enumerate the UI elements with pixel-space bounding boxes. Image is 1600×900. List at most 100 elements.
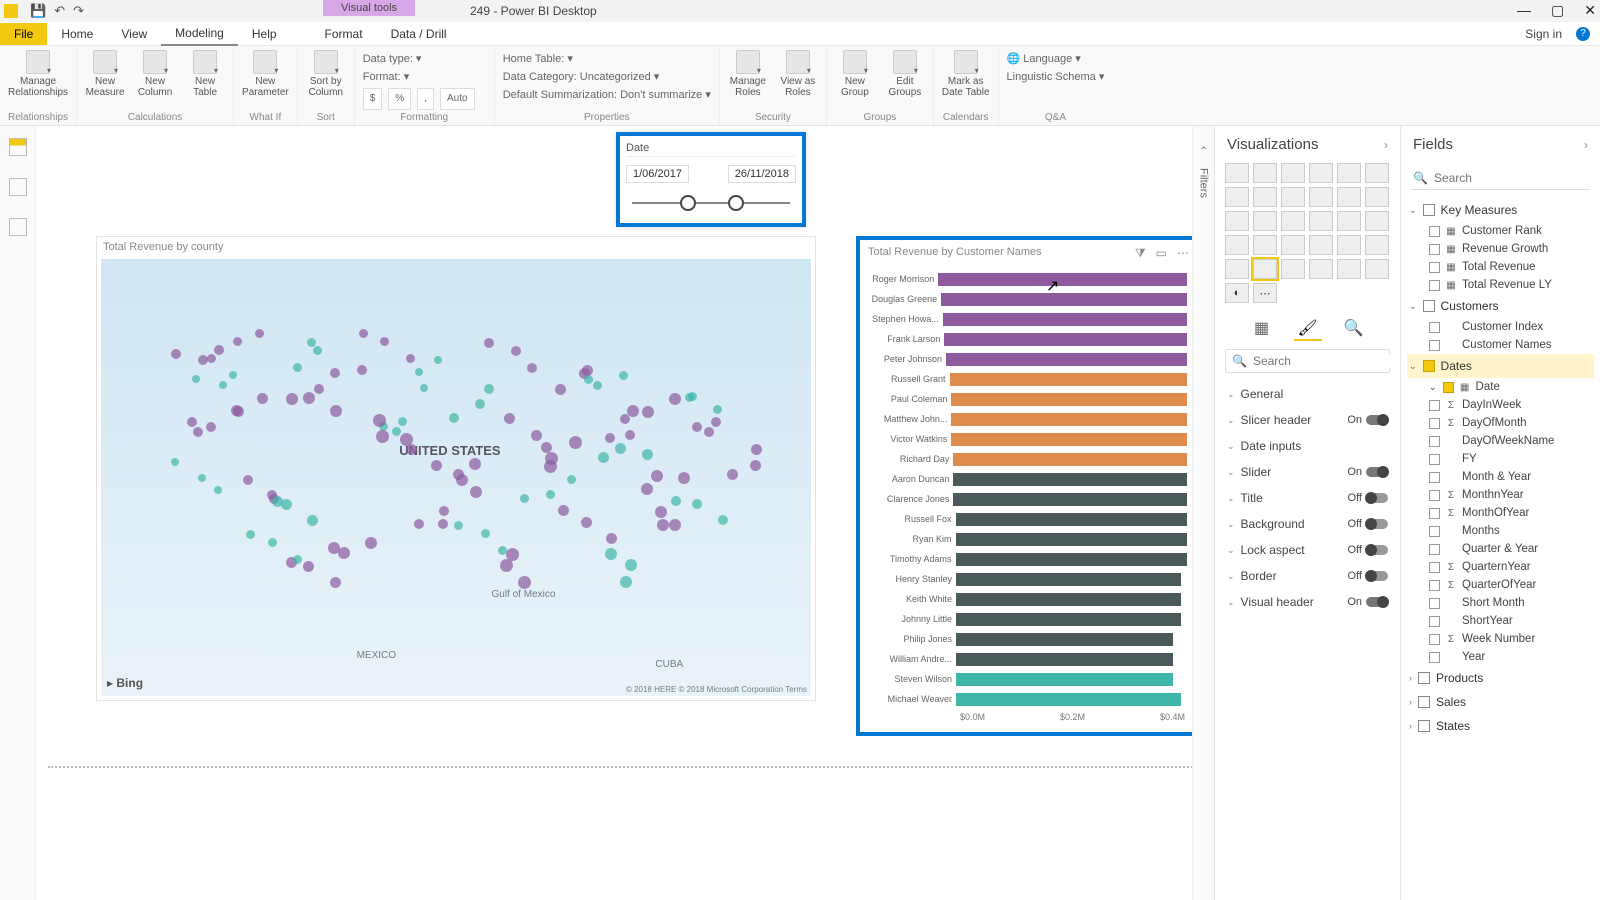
toggle-switch[interactable]: Off	[1348, 518, 1388, 530]
chevron-right-icon[interactable]: ›	[1584, 138, 1588, 152]
map-bubble[interactable]	[555, 384, 566, 395]
report-view-icon[interactable]	[9, 138, 27, 156]
percent-button[interactable]: %	[388, 88, 411, 110]
map-bubble[interactable]	[330, 577, 341, 588]
bar-row[interactable]: Stephen Howa...	[866, 310, 1187, 328]
map-bubble[interactable]	[207, 354, 216, 363]
viz-type-button[interactable]	[1253, 163, 1277, 183]
map-bubble[interactable]	[544, 460, 557, 473]
map-bubble[interactable]	[704, 427, 714, 437]
linguistic-schema-dropdown[interactable]: Linguistic Schema	[1007, 71, 1096, 83]
viz-type-button[interactable]	[1309, 235, 1333, 255]
field-item[interactable]: ΣQuarterOfYear	[1407, 576, 1594, 594]
map-bubble[interactable]	[567, 475, 576, 484]
field-item[interactable]: Customer Names	[1407, 336, 1594, 354]
map-bubble[interactable]	[475, 399, 485, 409]
map-bubble[interactable]	[454, 521, 463, 530]
viz-type-button[interactable]	[1309, 211, 1333, 231]
map-bubble[interactable]	[359, 329, 368, 338]
bar-row[interactable]: Matthew John...	[866, 410, 1187, 428]
map-bubble[interactable]	[380, 337, 389, 346]
map-bubble[interactable]	[272, 496, 283, 507]
bar-row[interactable]: Russell Grant	[866, 370, 1187, 388]
bar-row[interactable]: Johnny Little	[866, 610, 1187, 628]
map-bubble[interactable]	[431, 460, 442, 471]
map-bubble[interactable]	[678, 472, 690, 484]
map-bubble[interactable]	[171, 458, 179, 466]
analytics-tab-icon[interactable]: 🔍	[1340, 317, 1368, 341]
view-as-roles-button[interactable]: View as Roles	[778, 50, 818, 98]
map-bubble[interactable]	[593, 381, 602, 390]
slider-handle-left[interactable]	[680, 195, 696, 211]
map-bubble[interactable]	[307, 338, 316, 347]
map-bubble[interactable]	[214, 486, 222, 494]
map-bubble[interactable]	[581, 517, 592, 528]
slicer-slider[interactable]	[626, 193, 796, 213]
mark-as-date-table-button[interactable]: Mark as Date Table	[942, 50, 990, 98]
toggle-switch[interactable]: Off	[1348, 492, 1388, 504]
map-bubble[interactable]	[313, 346, 322, 355]
map-visual[interactable]: Total Revenue by county UNITED STATES Gu…	[96, 236, 816, 701]
bar-row[interactable]: Philip Jones	[866, 630, 1187, 648]
map-bubble[interactable]	[420, 384, 428, 392]
map-bubble[interactable]	[718, 515, 728, 525]
map-bubble[interactable]	[414, 519, 424, 529]
viz-type-button[interactable]	[1309, 259, 1333, 279]
toggle-switch[interactable]: On	[1347, 466, 1388, 478]
map-bubble[interactable]	[365, 537, 377, 549]
bar-row[interactable]: Michael Weaver	[866, 690, 1187, 708]
map-bubble[interactable]	[314, 384, 324, 394]
bar-row[interactable]: Henry Stanley	[866, 570, 1187, 588]
map-bubble[interactable]	[293, 363, 302, 372]
bar-row[interactable]: Roger Morrison	[866, 270, 1187, 288]
map-bubble[interactable]	[198, 355, 208, 365]
viz-type-button[interactable]: ⋯	[1253, 283, 1277, 303]
map-bubble[interactable]	[376, 430, 389, 443]
map-bubble[interactable]	[657, 519, 669, 531]
filters-collapsed-rail[interactable]: ‹ Filters	[1192, 126, 1214, 900]
slider-handle-right[interactable]	[728, 195, 744, 211]
field-item[interactable]: ΣWeek Number	[1407, 630, 1594, 648]
close-icon[interactable]: ✕	[1584, 2, 1596, 19]
map-bubble[interactable]	[392, 427, 401, 436]
tab-format[interactable]: Format	[311, 23, 377, 45]
new-measure-button[interactable]: New Measure	[85, 50, 125, 98]
map-bubble[interactable]	[187, 417, 197, 427]
redo-icon[interactable]: ↷	[73, 3, 84, 19]
map-bubble[interactable]	[751, 444, 762, 455]
tab-data-drill[interactable]: Data / Drill	[377, 23, 461, 45]
field-item[interactable]: ⌄▦Date	[1407, 378, 1594, 396]
language-dropdown[interactable]: Language	[1023, 53, 1072, 65]
map-bubble[interactable]	[642, 406, 654, 418]
viz-type-button[interactable]	[1337, 259, 1361, 279]
viz-type-button[interactable]	[1365, 235, 1389, 255]
bar-row[interactable]: Clarence Jones	[866, 490, 1187, 508]
map-bubble[interactable]	[330, 368, 340, 378]
map-bubble[interactable]	[246, 530, 255, 539]
viz-type-button[interactable]	[1365, 259, 1389, 279]
viz-type-button[interactable]	[1309, 187, 1333, 207]
viz-type-button[interactable]	[1225, 187, 1249, 207]
map-bubble[interactable]	[406, 444, 417, 455]
bar-chart-visual[interactable]: Total Revenue by Customer Names ⧩ ▭ ⋯ Ro…	[856, 236, 1201, 736]
bar-row[interactable]: Frank Larson	[866, 330, 1187, 348]
viz-type-button[interactable]: ◐	[1225, 283, 1249, 303]
map-bubble[interactable]	[434, 356, 442, 364]
map-bubble[interactable]	[330, 405, 342, 417]
map-bubble[interactable]	[641, 483, 653, 495]
map-bubble[interactable]	[713, 405, 722, 414]
sign-in-link[interactable]: Sign in	[1515, 23, 1572, 45]
file-menu[interactable]: File	[0, 23, 47, 45]
format-section[interactable]: ⌄Slicer headerOn	[1219, 407, 1396, 433]
bar-row[interactable]: Paul Coleman	[866, 390, 1187, 408]
map-bubble[interactable]	[531, 430, 542, 441]
field-item[interactable]: ▦Total Revenue LY	[1407, 276, 1594, 294]
map-bubble[interactable]	[620, 576, 632, 588]
format-search-input[interactable]	[1253, 354, 1408, 368]
format-section[interactable]: ⌄Lock aspectOff	[1219, 537, 1396, 563]
map-bubble[interactable]	[669, 393, 681, 405]
bar-row[interactable]: Douglas Greene	[866, 290, 1187, 308]
field-item[interactable]: ΣMonthOfYear	[1407, 504, 1594, 522]
bar-row[interactable]: Richard Day	[866, 450, 1187, 468]
fields-search-input[interactable]	[1434, 171, 1589, 185]
